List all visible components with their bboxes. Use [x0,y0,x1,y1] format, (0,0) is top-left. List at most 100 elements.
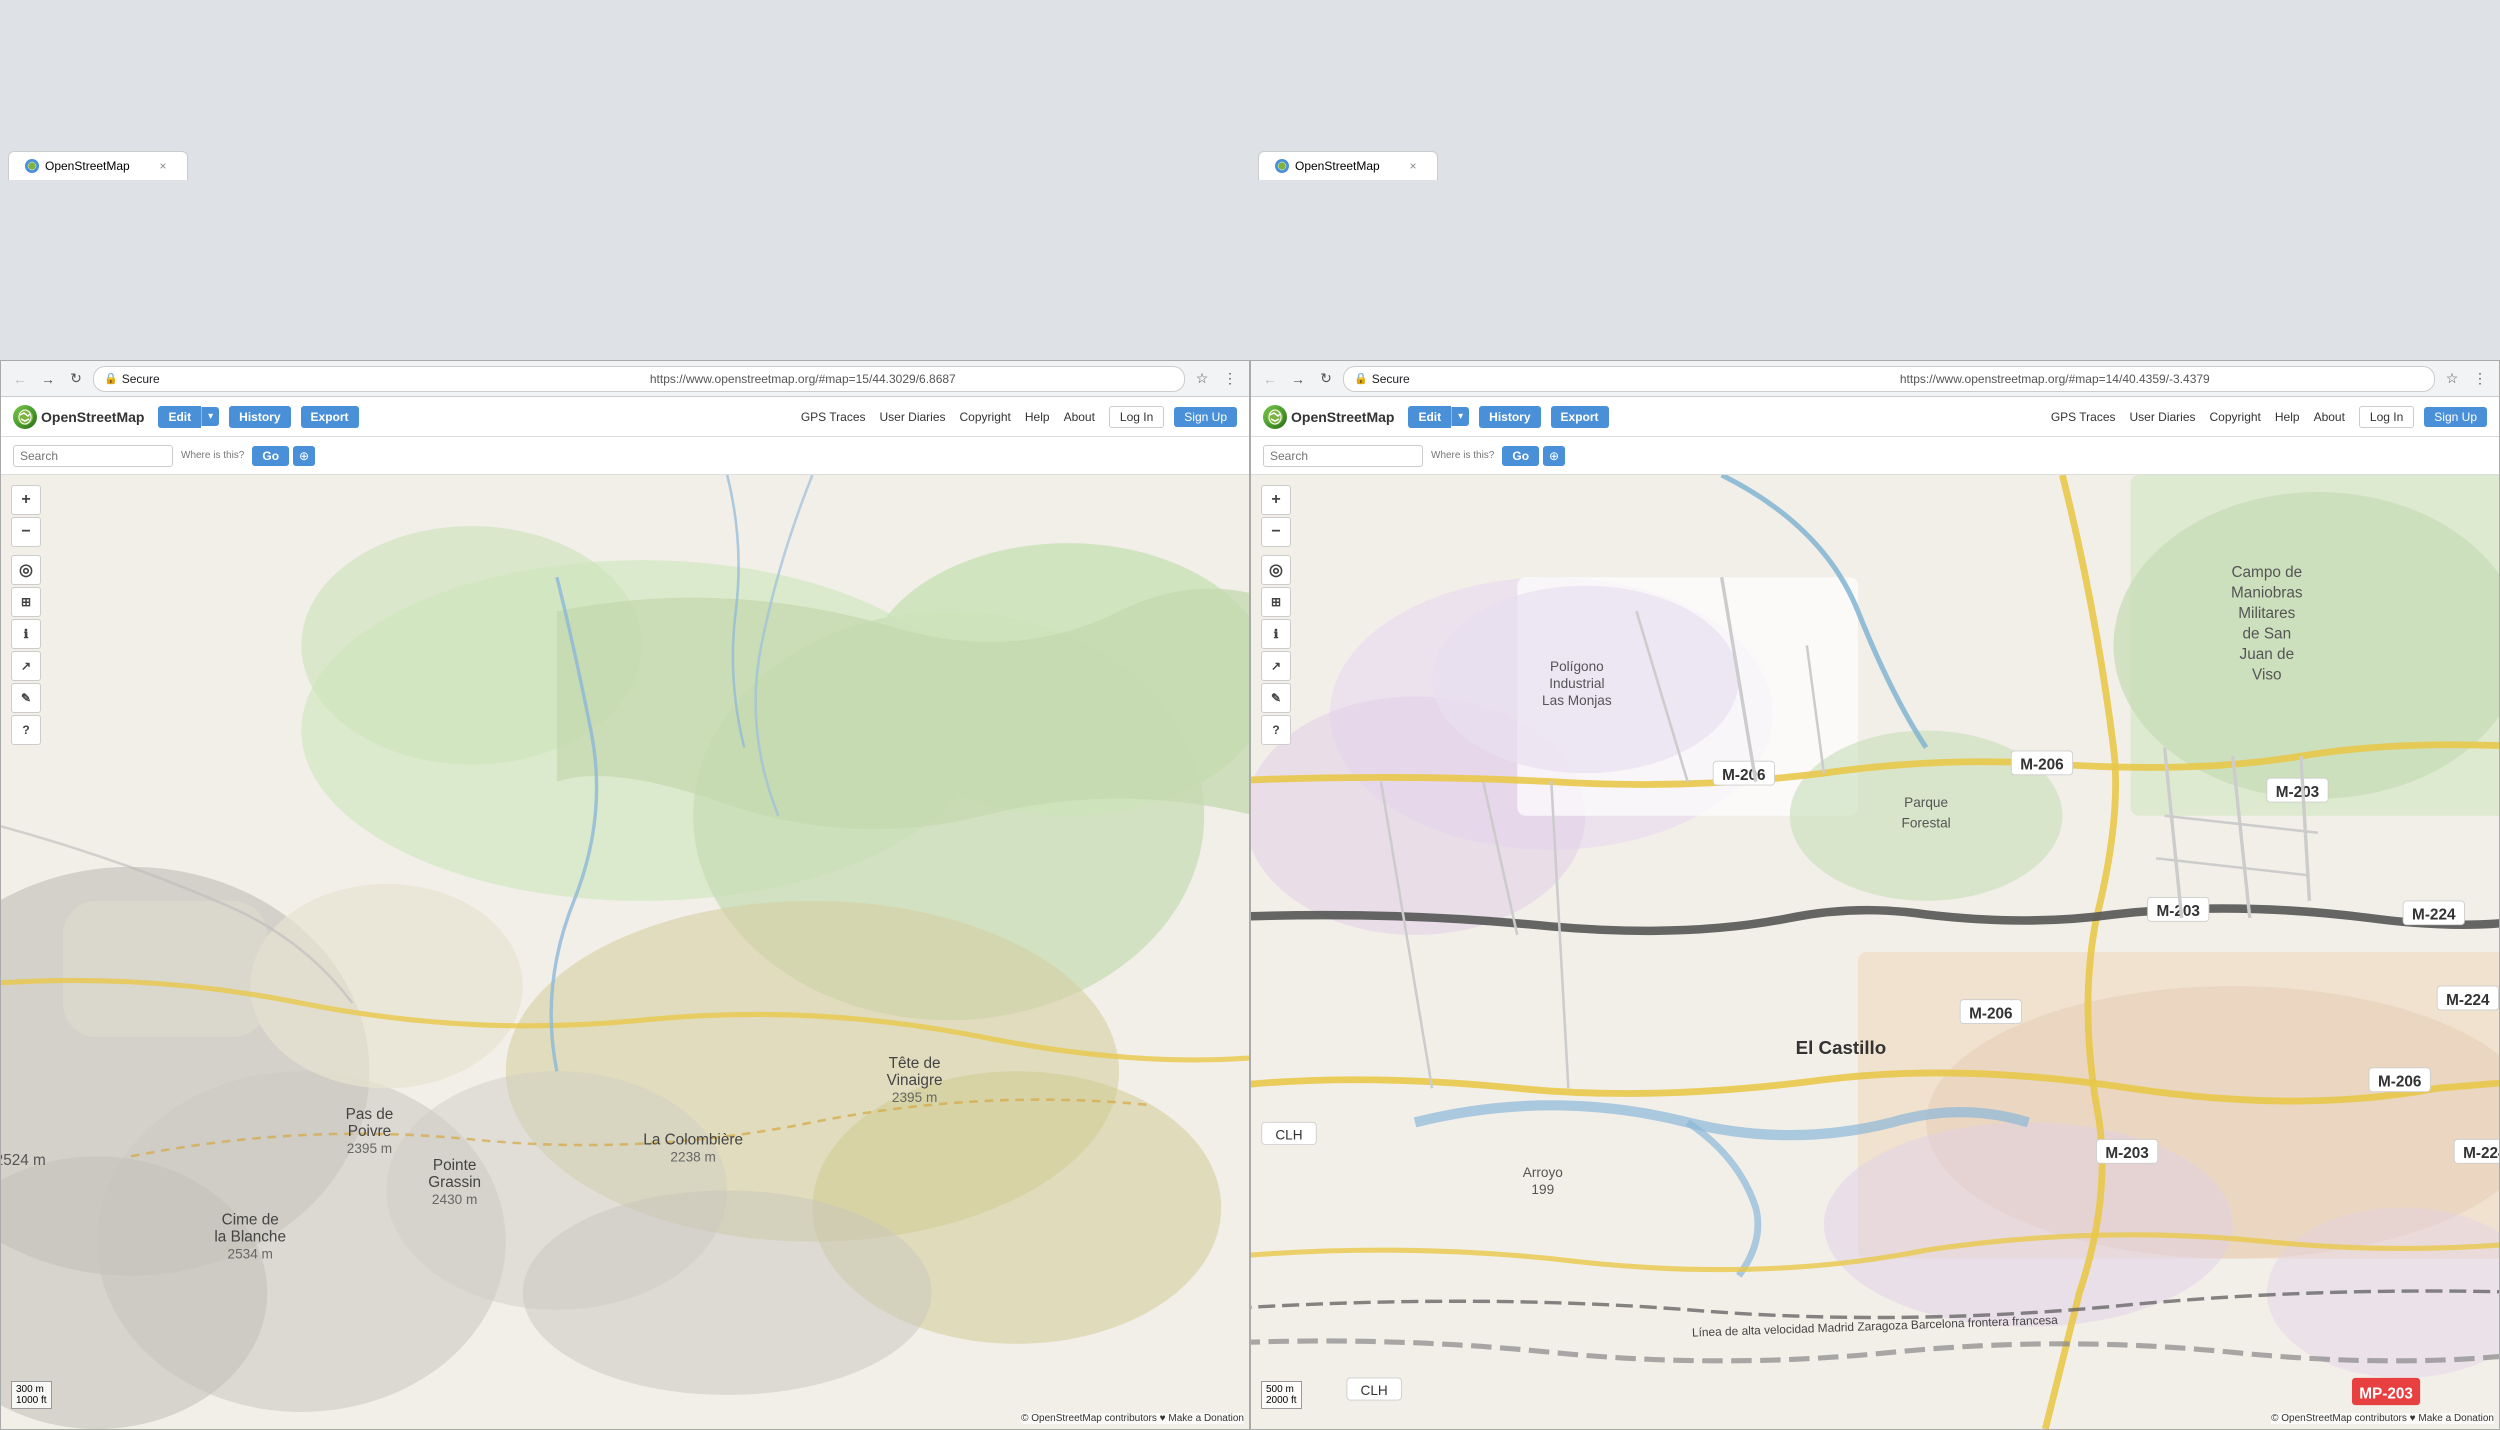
help-link-right[interactable]: Help [2275,410,2300,424]
search-input-left[interactable] [13,445,173,467]
tab-close-left[interactable]: × [155,158,171,174]
search-bar-right: Where is this? Go ⊕ [1251,437,2499,475]
copyright-link-right[interactable]: Copyright [2210,410,2261,424]
browser-window-right: ← → ↻ 🔒 Secure https://www.openstreetmap… [1250,360,2500,1430]
locate-me-button-left[interactable]: ◎ [11,555,41,585]
export-button-left[interactable]: Export [301,406,359,428]
about-link-right[interactable]: About [2314,410,2345,424]
forward-button-right[interactable]: → [1287,368,1309,390]
menu-icon-left: ⋮ [1223,370,1237,387]
map-controls-left: + − ◎ ⊞ ℹ ↗ [11,485,41,745]
search-input-right[interactable] [1263,445,1423,467]
reload-button-right[interactable]: ↻ [1315,368,1337,390]
svg-text:2395 m: 2395 m [347,1141,392,1156]
user-diaries-link-left[interactable]: User Diaries [880,410,946,424]
forward-button-left[interactable]: → [37,368,59,390]
browser-tab-left[interactable]: OpenStreetMap × [8,151,188,180]
svg-text:Viso: Viso [2252,666,2282,683]
map-controls-right: + − ◎ ⊞ ℹ ↗ [1261,485,1291,745]
bookmark-button-left[interactable]: ☆ [1191,368,1213,390]
map-terrain-left: Pas de Poivre 2395 m Cime de la Blanche … [1,475,1249,1429]
gps-traces-link-right[interactable]: GPS Traces [2051,410,2116,424]
svg-text:Pointe: Pointe [433,1157,476,1174]
osm-navbar-left: OpenStreetMap Edit ▾ History Export GPS … [1,397,1249,437]
reload-button-left[interactable]: ↻ [65,368,87,390]
tab-title-right: OpenStreetMap [1295,159,1380,173]
osm-logo-left[interactable]: OpenStreetMap [13,405,144,429]
osm-navbar-right: OpenStreetMap Edit ▾ History Export GPS … [1251,397,2499,437]
gps-traces-link-left[interactable]: GPS Traces [801,410,866,424]
query-button-left[interactable]: ? [11,715,41,745]
back-button-right[interactable]: ← [1259,368,1281,390]
edit-arrow-button-left[interactable]: ▾ [201,407,219,426]
zoom-out-button-left[interactable]: − [11,517,41,547]
scale-bar-right: 500 m 2000 ft [1261,1381,1302,1409]
locator-button-left[interactable]: ⊕ [293,446,315,466]
browser-wrapper: ← → ↻ 🔒 Secure https://www.openstreetmap… [0,180,2500,1430]
edit-button-right[interactable]: Edit [1408,406,1451,428]
attribution-right: © OpenStreetMap contributors ♥ Make a Do… [2271,1413,2494,1424]
osm-nav-links-left: GPS Traces User Diaries Copyright Help A… [801,410,1095,424]
user-diaries-link-right[interactable]: User Diaries [2130,410,2196,424]
svg-text:M-206: M-206 [2020,757,2063,774]
info-button-left[interactable]: ℹ [11,619,41,649]
share-button-right[interactable]: ↗ [1261,651,1291,681]
zoom-in-button-left[interactable]: + [11,485,41,515]
login-button-left[interactable]: Log In [1109,406,1164,428]
export-button-right[interactable]: Export [1551,406,1609,428]
svg-text:Parque: Parque [1904,795,1948,810]
svg-text:Grassin: Grassin [428,1174,481,1191]
note-button-left[interactable]: ✎ [11,683,41,713]
note-icon-left: ✎ [21,691,31,705]
menu-button-right[interactable]: ⋮ [2469,368,2491,390]
copyright-link-left[interactable]: Copyright [960,410,1011,424]
where-is-this-left: Where is this? [181,450,244,461]
signup-button-right[interactable]: Sign Up [2424,407,2487,427]
secure-label-left: Secure [122,372,646,386]
back-button-left[interactable]: ← [9,368,31,390]
url-bar-left[interactable]: 🔒 Secure https://www.openstreetmap.org/#… [93,366,1185,392]
bookmark-button-right[interactable]: ☆ [2441,368,2463,390]
note-button-right[interactable]: ✎ [1261,683,1291,713]
edit-button-left[interactable]: Edit [158,406,201,428]
osm-logo-right[interactable]: OpenStreetMap [1263,405,1394,429]
map-area-left[interactable]: Pas de Poivre 2395 m Cime de la Blanche … [1,475,1249,1429]
go-button-left[interactable]: Go [252,446,289,466]
browser-window-left: ← → ↻ 🔒 Secure https://www.openstreetmap… [0,360,1250,1430]
layers-button-left[interactable]: ⊞ [11,587,41,617]
url-text-left: https://www.openstreetmap.org/#map=15/44… [650,372,1174,386]
edit-arrow-icon-right: ▾ [1458,411,1463,422]
svg-text:Militares: Militares [2238,605,2295,622]
edit-arrow-button-right[interactable]: ▾ [1451,407,1469,426]
info-button-right[interactable]: ℹ [1261,619,1291,649]
help-link-left[interactable]: Help [1025,410,1050,424]
signup-button-left[interactable]: Sign Up [1174,407,1237,427]
tab-close-right[interactable]: × [1405,158,1421,174]
zoom-in-button-right[interactable]: + [1261,485,1291,515]
osm-logo-text-right: OpenStreetMap [1291,409,1394,425]
history-button-right[interactable]: History [1479,406,1540,428]
about-link-left[interactable]: About [1064,410,1095,424]
svg-text:Las Monjas: Las Monjas [1542,693,1612,708]
url-bar-right[interactable]: 🔒 Secure https://www.openstreetmap.org/#… [1343,366,2435,392]
menu-icon-right: ⋮ [2473,370,2487,387]
layers-button-right[interactable]: ⊞ [1261,587,1291,617]
osm-logo-text-left: OpenStreetMap [41,409,144,425]
tab-area-right: OpenStreetMap × [1250,0,2500,180]
share-button-left[interactable]: ↗ [11,651,41,681]
go-button-right[interactable]: Go [1502,446,1539,466]
locate-me-button-right[interactable]: ◎ [1261,555,1291,585]
browser-tab-right[interactable]: OpenStreetMap × [1258,151,1438,180]
url-text-right: https://www.openstreetmap.org/#map=14/40… [1900,372,2424,386]
zoom-out-button-right[interactable]: − [1261,517,1291,547]
locator-button-right[interactable]: ⊕ [1543,446,1565,466]
query-button-right[interactable]: ? [1261,715,1291,745]
menu-button-left[interactable]: ⋮ [1219,368,1241,390]
login-button-right[interactable]: Log In [2359,406,2414,428]
map-area-right[interactable]: Campo de Maniobras Militares de San Juan… [1251,475,2499,1429]
forward-icon-right: → [1291,371,1305,387]
history-button-left[interactable]: History [229,406,290,428]
svg-text:M-206: M-206 [2378,1074,2421,1091]
scale-m-left: 300 m [16,1384,47,1395]
reload-icon-right: ↻ [1320,370,1332,387]
